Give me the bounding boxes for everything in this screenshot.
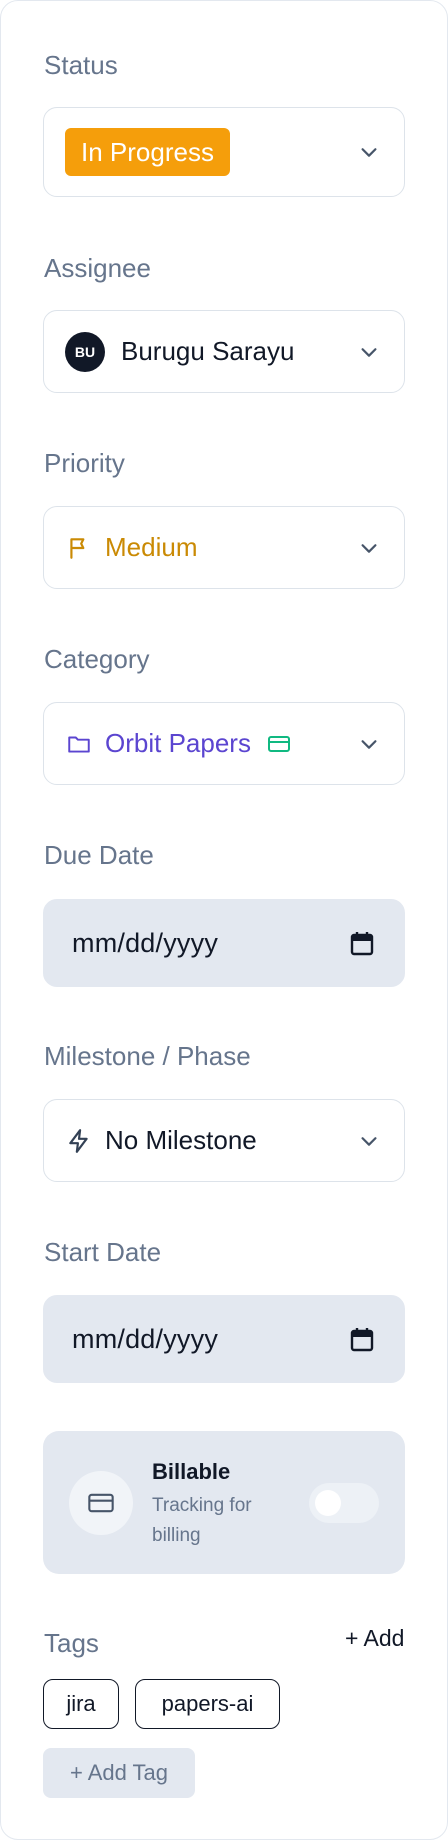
lightning-icon bbox=[65, 1127, 93, 1155]
assignee-name: Burugu Sarayu bbox=[121, 336, 295, 366]
billable-title: Billable bbox=[152, 1459, 231, 1484]
calendar-icon[interactable] bbox=[350, 1326, 374, 1352]
flag-icon bbox=[65, 534, 93, 562]
start-date-label: Start Date bbox=[44, 1237, 162, 1267]
task-details-panel: Status In Progress Assignee BU Burugu Sa… bbox=[0, 0, 448, 1840]
category-select[interactable]: Orbit Papers bbox=[43, 702, 405, 785]
billable-toggle[interactable] bbox=[309, 1483, 379, 1523]
start-date-placeholder: mm/dd/yyyy bbox=[72, 1323, 219, 1354]
category-label: Category bbox=[44, 644, 150, 674]
milestone-select[interactable]: No Milestone bbox=[43, 1099, 405, 1182]
chevron-down-icon bbox=[361, 148, 377, 157]
milestone-value: No Milestone bbox=[105, 1125, 257, 1155]
chevron-down-icon bbox=[361, 739, 377, 749]
assignee-label: Assignee bbox=[44, 253, 151, 283]
add-tag-link[interactable]: + Add bbox=[345, 1625, 404, 1652]
add-tag-button[interactable]: + Add Tag bbox=[43, 1748, 195, 1798]
chevron-down-icon bbox=[361, 347, 377, 357]
chevron-down-icon bbox=[361, 1136, 377, 1146]
status-label: Status bbox=[44, 50, 118, 80]
category-value: Orbit Papers bbox=[105, 728, 251, 758]
folder-icon bbox=[65, 730, 93, 758]
milestone-label: Milestone / Phase bbox=[44, 1041, 251, 1071]
due-date-input[interactable]: mm/dd/yyyy bbox=[43, 899, 405, 987]
tag-chip[interactable]: jira bbox=[43, 1679, 119, 1729]
toggle-knob bbox=[315, 1490, 341, 1516]
card-icon bbox=[267, 734, 291, 754]
priority-value: Medium bbox=[105, 532, 198, 562]
status-select[interactable]: In Progress bbox=[43, 107, 405, 197]
assignee-select[interactable]: BU Burugu Sarayu bbox=[43, 310, 405, 393]
billable-subtitle: Tracking for billing bbox=[152, 1495, 252, 1546]
priority-select[interactable]: Medium bbox=[43, 506, 405, 589]
start-date-input[interactable]: mm/dd/yyyy bbox=[43, 1295, 405, 1383]
tag-chip[interactable]: papers-ai bbox=[135, 1679, 280, 1729]
priority-label: Priority bbox=[44, 448, 125, 478]
calendar-icon[interactable] bbox=[350, 930, 374, 956]
status-badge: In Progress bbox=[65, 128, 230, 176]
billable-card: Billable Tracking for billing bbox=[43, 1431, 405, 1574]
card-icon bbox=[69, 1471, 133, 1535]
tags-label: Tags bbox=[44, 1628, 99, 1658]
due-date-placeholder: mm/dd/yyyy bbox=[72, 927, 219, 958]
due-date-label: Due Date bbox=[44, 840, 154, 870]
chevron-down-icon bbox=[361, 543, 377, 553]
avatar: BU bbox=[65, 331, 105, 372]
